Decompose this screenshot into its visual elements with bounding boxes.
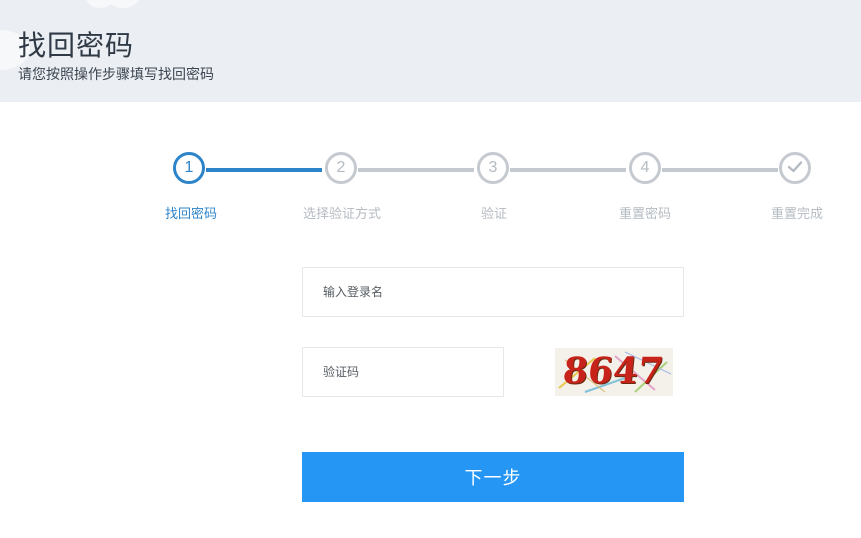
captcha-text: 8647 (560, 350, 666, 392)
step-5-circle (779, 152, 811, 184)
step-2-label: 选择验证方式 (302, 207, 381, 222)
captcha-input[interactable] (302, 347, 504, 397)
step-2-circle: 2 (325, 152, 357, 184)
step-connector (206, 168, 322, 172)
captcha-image[interactable]: 8647 (555, 348, 673, 396)
step-connector (662, 168, 778, 172)
step-3-label: 验证 (480, 207, 507, 222)
step-5-label: 重置完成 (770, 207, 823, 222)
next-step-button[interactable]: 下一步 (302, 452, 684, 502)
step-connector (358, 168, 474, 172)
step-1-label: 找回密码 (164, 207, 217, 222)
step-3-circle: 3 (477, 152, 509, 184)
step-4-circle: 4 (629, 152, 661, 184)
step-connector (510, 168, 626, 172)
username-input[interactable] (302, 267, 684, 317)
step-4-label: 重置密码 (618, 207, 671, 222)
check-icon (787, 161, 803, 173)
progress-stepper: 1 2 3 4 找回密码 选择验证方式 验证 重置密码 重置完成 (0, 0, 861, 240)
step-1-circle: 1 (173, 152, 205, 184)
